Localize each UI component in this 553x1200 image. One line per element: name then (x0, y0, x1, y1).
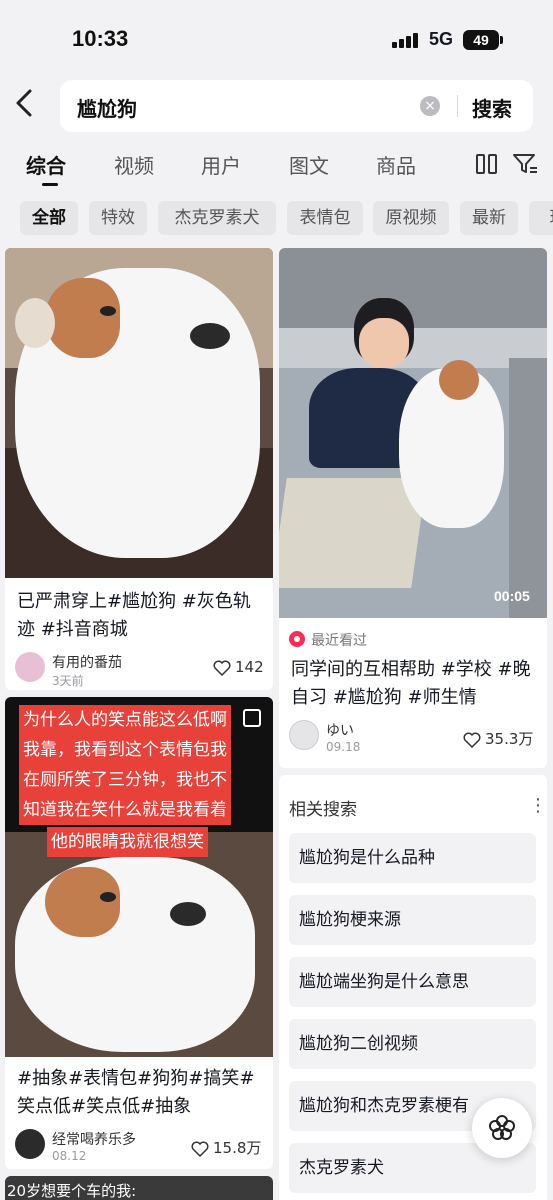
video-thumbnail[interactable]: 00:05 (279, 248, 547, 618)
chip-all[interactable]: 全部 (20, 201, 78, 235)
related-search-item[interactable]: 尴尬端坐狗是什么意思 (289, 957, 536, 1007)
meme-caption-line: 知道我在笑什么就是我看着 (19, 795, 231, 825)
chip-more[interactable]: 玩 (529, 201, 553, 235)
result-card[interactable]: 已严肃穿上#尴尬狗 #灰色轨迹 #抖音商城 有用的番茄 3天前 142 (5, 248, 273, 690)
signal-icon (392, 30, 420, 48)
avatar[interactable] (15, 652, 45, 682)
layout-toggle-icon[interactable] (476, 154, 498, 174)
more-options-icon[interactable]: ⋮ (529, 795, 547, 816)
heart-icon (191, 1141, 209, 1157)
video-thumbnail[interactable]: 为什么人的笑点能这么低啊 我靠，我看到这个表情包我 在厕所笑了三分钟，我也不 知… (5, 697, 273, 1057)
avatar[interactable] (15, 1129, 45, 1159)
video-thumbnail[interactable] (5, 248, 273, 578)
flower-icon (489, 1115, 515, 1140)
author-name[interactable]: 经常喝养乐多 (52, 1129, 136, 1149)
tab-video[interactable]: 视频 (114, 150, 154, 179)
heart-icon (463, 732, 481, 748)
chip-latest[interactable]: 最新 (460, 201, 518, 235)
post-date: 3天前 (52, 674, 84, 688)
chip-original-video[interactable]: 原视频 (373, 201, 449, 235)
meme-caption-line: 我靠，我看到这个表情包我 (19, 735, 231, 765)
like-count[interactable]: 142 (213, 658, 264, 676)
card-title[interactable]: #抽象#表情包#狗狗#搞笑# 笑点低#笑点低#抽象 (17, 1065, 254, 1121)
recently-viewed-icon (289, 631, 305, 647)
related-search-item[interactable]: 尴尬狗是什么品种 (289, 833, 536, 883)
back-icon[interactable] (14, 88, 44, 124)
card-title[interactable]: 已严肃穿上#尴尬狗 #灰色轨迹 #抖音商城 (17, 588, 251, 644)
video-duration: 00:05 (494, 588, 530, 604)
related-searches-heading: 相关搜索 (289, 800, 357, 820)
tab-users[interactable]: 用户 (201, 150, 241, 179)
related-search-item[interactable]: 尴尬狗二创视频 (289, 1019, 536, 1069)
chip-jack-russell[interactable]: 杰克罗素犬 (158, 201, 276, 235)
like-count[interactable]: 35.3万 (463, 728, 533, 749)
recently-viewed-label: 最近看过 (311, 633, 367, 649)
related-search-item[interactable]: 尴尬狗梗来源 (289, 895, 536, 945)
active-tab-indicator (42, 183, 58, 186)
battery-icon: 49 (463, 30, 503, 50)
floating-action-button[interactable] (472, 1098, 532, 1158)
result-card[interactable]: 为什么人的笑点能这么低啊 我靠，我看到这个表情包我 在厕所笑了三分钟，我也不 知… (5, 697, 273, 1169)
filter-icon[interactable] (512, 152, 538, 176)
search-input[interactable]: 尴尬狗 (77, 93, 137, 122)
tab-all[interactable]: 综合 (26, 150, 66, 179)
result-card[interactable]: 00:05 最近看过 同学间的互相帮助 #学校 #晚 自习 #尴尬狗 #师生情 ゆ… (279, 248, 547, 768)
clear-icon[interactable]: × (420, 96, 440, 116)
result-card[interactable]: 20岁想要个车的我: (5, 1176, 273, 1200)
tab-products[interactable]: 商品 (376, 150, 416, 179)
status-time: 10:33 (72, 26, 129, 51)
avatar[interactable] (289, 720, 319, 750)
post-date: 09.18 (326, 740, 361, 754)
filter-chips: 全部 特效 杰克罗素犬 表情包 原视频 最新 玩 (0, 198, 553, 238)
author-name[interactable]: 有用的番茄 (52, 652, 122, 672)
meme-caption-line: 在厕所笑了三分钟，我也不 (19, 765, 231, 795)
search-button[interactable]: 搜索 (472, 93, 512, 122)
heart-icon (213, 660, 231, 676)
meme-caption-line: 为什么人的笑点能这么低啊 (19, 705, 231, 735)
author-name[interactable]: ゆい (326, 720, 354, 740)
network-label: 5G (429, 29, 454, 49)
card-title[interactable]: 同学间的互相帮助 #学校 #晚 自习 #尴尬狗 #师生情 (291, 656, 531, 712)
status-bar: 10:33 5G 49 (0, 0, 553, 80)
result-tabs: 综合 视频 用户 图文 商品 (0, 146, 553, 190)
image-set-icon (243, 709, 261, 727)
like-count[interactable]: 15.8万 (191, 1137, 261, 1158)
meme-caption-line: 他的眼睛我就很想笑 (47, 827, 208, 857)
tab-image-text[interactable]: 图文 (289, 150, 329, 179)
search-divider (457, 95, 458, 117)
chip-effects[interactable]: 特效 (89, 201, 147, 235)
meme-caption-line: 20岁想要个车的我: (7, 1182, 137, 1200)
chip-memes[interactable]: 表情包 (287, 201, 363, 235)
post-date: 08.12 (52, 1149, 87, 1163)
search-bar[interactable]: 尴尬狗 × 搜索 (60, 80, 533, 132)
